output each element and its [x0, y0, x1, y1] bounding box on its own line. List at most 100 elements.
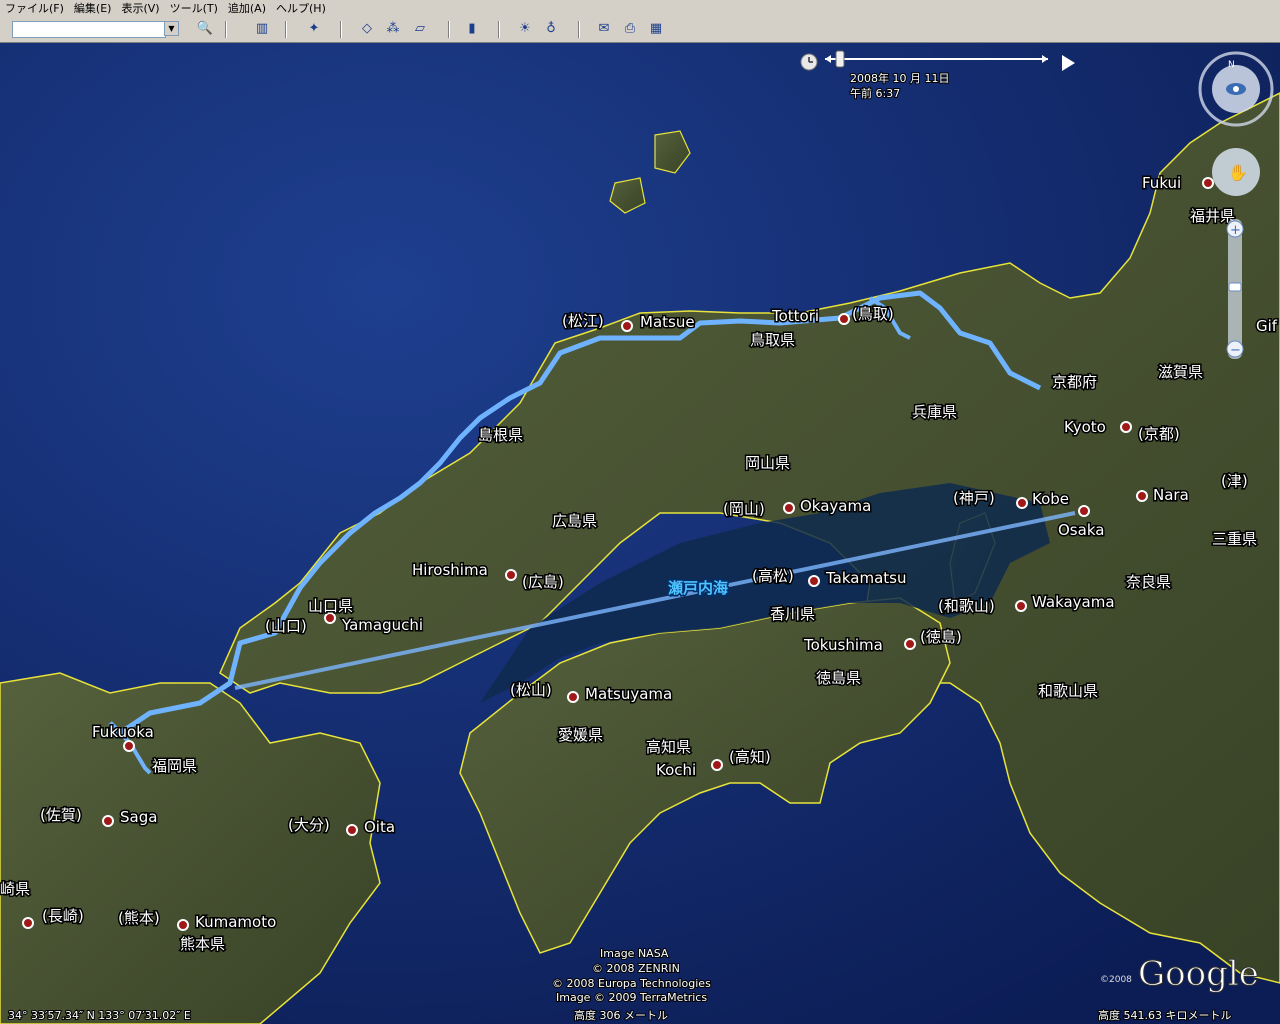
- path-icon[interactable]: ⁂: [383, 20, 403, 38]
- pref-label-yamaguchi: 山口県: [308, 597, 353, 615]
- city-label-fukuoka[interactable]: Fukuoka: [91, 722, 156, 743]
- menu-help[interactable]: ヘルプ(H): [271, 0, 331, 17]
- status-coordinates: 34° 33′57.34″ N 133° 07′31.02″ E: [8, 1009, 191, 1022]
- svg-text:−: −: [1230, 343, 1241, 358]
- pref-label-tottori: 鳥取県: [750, 331, 795, 349]
- city-label-kobe-jp[interactable]: (神戸): [952, 488, 997, 509]
- city-label-yamaguchi[interactable]: Yamaguchi: [340, 615, 425, 636]
- city-label-kobe[interactable]: Kobe: [1031, 489, 1071, 510]
- city-label-kyoto-jp[interactable]: (京都): [1137, 424, 1182, 445]
- city-label-wakayama[interactable]: Wakayama: [1031, 592, 1117, 613]
- menu-tools[interactable]: ツール(T): [165, 0, 223, 17]
- city-label-hiroshima[interactable]: Hiroshima: [411, 560, 490, 581]
- pref-label-fukui: 福井県: [1190, 207, 1235, 225]
- print-icon[interactable]: ⎙: [620, 20, 640, 38]
- credit-line-4: Image © 2009 TerraMetrics: [556, 991, 707, 1004]
- city-label-wakayama-jp[interactable]: (和歌山): [937, 596, 997, 617]
- google-logo: Google: [1138, 954, 1259, 994]
- ruler-icon[interactable]: ▮: [462, 20, 482, 38]
- pref-label-kagawa: 香川県: [770, 605, 815, 623]
- menu-view[interactable]: 表示(V): [116, 0, 164, 17]
- toolbar-separator: [340, 21, 342, 38]
- pref-label-kumamoto: 熊本県: [180, 935, 225, 953]
- city-label-okayama-jp[interactable]: (岡山): [722, 499, 767, 520]
- city-label-saga[interactable]: Saga: [119, 807, 159, 828]
- city-label-takamatsu-jp[interactable]: (高松): [751, 566, 796, 587]
- city-label-kochi[interactable]: Kochi: [655, 760, 698, 781]
- city-label-matsue-jp[interactable]: (松江): [561, 311, 606, 332]
- city-label-gifu[interactable]: Gif: [1255, 316, 1280, 337]
- overlay-icon[interactable]: ▱: [410, 20, 430, 38]
- city-label-fukui[interactable]: Fukui: [1141, 173, 1183, 194]
- pref-label-mie: 三重県: [1212, 530, 1257, 548]
- toolbar-separator: [285, 21, 287, 38]
- north-icon[interactable]: N: [1228, 60, 1235, 70]
- menu-bar: ファイル(F) 編集(E) 表示(V) ツール(T) 追加(A) ヘルプ(H): [0, 0, 1280, 18]
- status-elevation: 高度 306 メートル: [574, 1008, 668, 1022]
- toolbar-separator: [225, 21, 227, 38]
- city-label-nara[interactable]: Nara: [1152, 485, 1191, 506]
- city-label-matsue[interactable]: Matsue: [639, 312, 697, 333]
- sea-label-seto: 瀬戸内海: [668, 579, 728, 597]
- time-slider-date: 2008年 10 月 11日: [850, 71, 949, 85]
- search-dropdown-button[interactable]: ▼: [164, 21, 179, 36]
- city-label-oita-jp[interactable]: (大分): [287, 815, 332, 836]
- city-label-oita[interactable]: Oita: [363, 817, 397, 838]
- toolbar: ▼ 🔍 ▥ ✦ ◇ ⁂ ▱ ▮ ☀ ♁ ✉ ⎙ ▦: [0, 17, 1280, 43]
- sunlight-icon[interactable]: ☀: [515, 20, 535, 38]
- credit-line-1: Image NASA: [600, 947, 669, 960]
- map-canvas[interactable]: Fukui Tottori Matsue (松江) (鳥取) Kyoto (京都…: [0, 43, 1280, 1024]
- pref-label-nagasaki: 崎県: [0, 880, 30, 898]
- status-eye-altitude: 高度 541.63 キロメートル: [1098, 1008, 1231, 1022]
- toolbar-separator: [448, 21, 450, 38]
- city-label-kumamoto-jp[interactable]: (熊本): [117, 908, 162, 929]
- earth-view[interactable]: Fukui Tottori Matsue (松江) (鳥取) Kyoto (京都…: [0, 43, 1280, 1024]
- sidebar-toggle-icon[interactable]: ▥: [252, 20, 272, 38]
- zoom-slider-handle[interactable]: [1228, 282, 1242, 292]
- pref-label-shimane: 島根県: [478, 426, 523, 444]
- menu-file[interactable]: ファイル(F): [0, 0, 69, 17]
- city-label-hiroshima-jp[interactable]: (広島): [521, 572, 566, 593]
- city-label-yamaguchi-jp[interactable]: (山口): [264, 616, 309, 637]
- menu-edit[interactable]: 編集(E): [69, 0, 117, 17]
- city-label-kochi-jp[interactable]: (高知): [728, 747, 773, 768]
- pref-label-kochi: 高知県: [646, 738, 691, 756]
- city-label-kyoto[interactable]: Kyoto: [1063, 417, 1108, 438]
- pref-label-kyoto: 京都府: [1052, 373, 1097, 391]
- city-label-kumamoto[interactable]: Kumamoto: [194, 912, 278, 933]
- pref-label-hiroshima: 広島県: [552, 512, 597, 530]
- city-label-nagasaki-jp[interactable]: (長崎): [41, 906, 86, 927]
- city-label-matsuyama-jp[interactable]: (松山): [509, 680, 554, 701]
- city-label-matsuyama[interactable]: Matsuyama: [584, 684, 674, 705]
- city-label-tottori[interactable]: Tottori: [770, 306, 821, 327]
- city-label-osaka[interactable]: Osaka: [1057, 520, 1106, 541]
- maps-icon[interactable]: ▦: [646, 20, 666, 38]
- city-label-tottori-jp[interactable]: (鳥取): [851, 304, 896, 325]
- city-label-tsu-jp[interactable]: (津): [1220, 471, 1250, 492]
- city-label-tokushima[interactable]: Tokushima: [802, 635, 885, 656]
- toolbar-separator: [578, 21, 580, 38]
- pref-label-wakayama: 和歌山県: [1038, 682, 1098, 700]
- time-slider-handle[interactable]: [835, 50, 845, 68]
- placemark-icon[interactable]: ✦: [304, 20, 324, 38]
- polygon-icon[interactable]: ◇: [357, 20, 377, 38]
- pref-label-shiga: 滋賀県: [1158, 363, 1203, 381]
- logo-year: ©2008: [1100, 975, 1132, 985]
- pref-label-tokushima: 徳島県: [816, 669, 861, 687]
- pref-label-fukuoka: 福岡県: [152, 757, 197, 775]
- credit-line-3: © 2008 Europa Technologies: [552, 977, 711, 990]
- sky-icon[interactable]: ♁: [541, 20, 561, 38]
- pref-label-nara: 奈良県: [1126, 573, 1171, 591]
- credit-line-2: © 2008 ZENRIN: [592, 962, 680, 975]
- city-label-saga-jp[interactable]: (佐賀): [39, 805, 84, 826]
- hand-icon: ✋: [1228, 163, 1248, 182]
- city-label-okayama[interactable]: Okayama: [799, 496, 873, 517]
- menu-add[interactable]: 追加(A): [223, 0, 271, 17]
- pref-label-okayama: 岡山県: [745, 454, 790, 472]
- search-input[interactable]: [12, 21, 166, 38]
- city-label-takamatsu[interactable]: Takamatsu: [824, 568, 909, 589]
- svg-text:+: +: [1230, 223, 1241, 238]
- email-icon[interactable]: ✉: [594, 20, 614, 38]
- city-label-tokushima-jp[interactable]: (徳島): [919, 627, 964, 648]
- search-icon[interactable]: 🔍: [195, 20, 215, 38]
